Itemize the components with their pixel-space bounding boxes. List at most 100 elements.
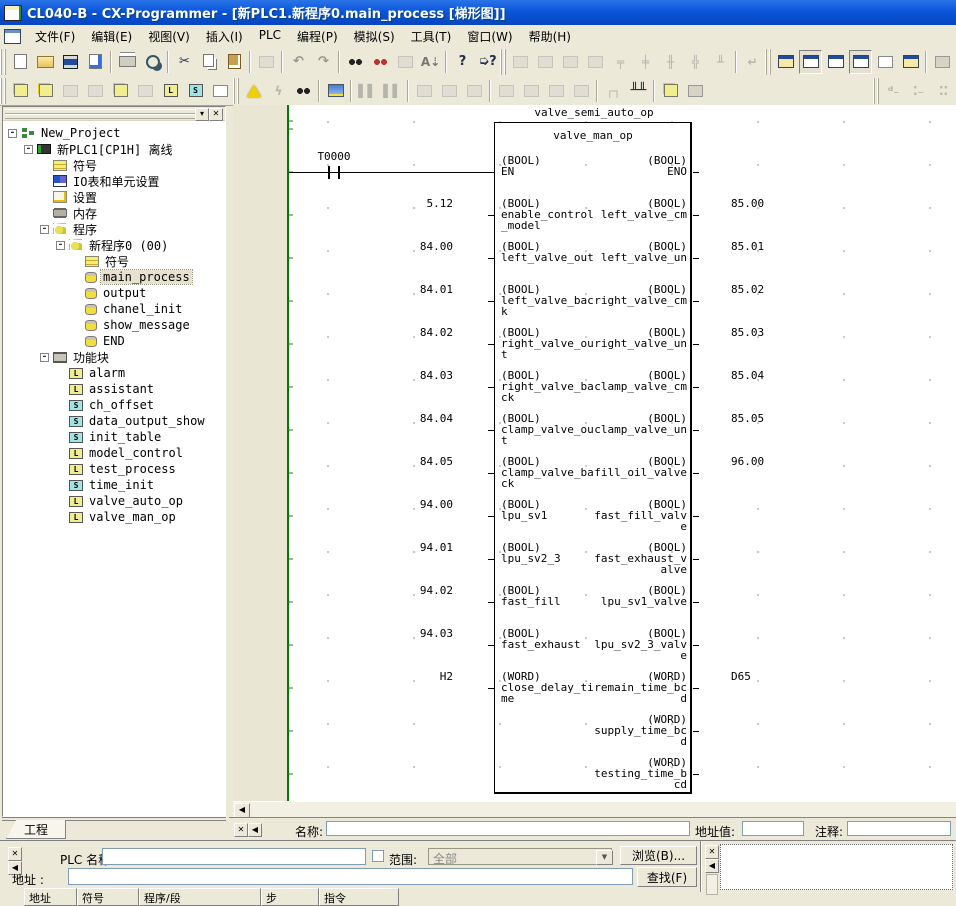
time-chart-button[interactable]: ⁚⁚ [932, 79, 955, 103]
tree-item[interactable]: L alarm [3, 365, 225, 381]
tree-expand-toggle[interactable]: - [40, 225, 49, 234]
new-plc-button[interactable] [34, 79, 57, 103]
copy-button[interactable] [198, 50, 221, 74]
transfer-to-plc-button[interactable] [413, 79, 436, 103]
find-button[interactable] [344, 50, 367, 74]
fb-parameter-row[interactable]: (WORD)testing_time_b cd [233, 757, 956, 800]
input-operand-address[interactable]: H2 [353, 671, 453, 682]
tree-item[interactable]: L model_control [3, 445, 225, 461]
output-operand-address[interactable]: 96.00 [731, 456, 811, 467]
transfer-from-plc-button[interactable] [438, 79, 461, 103]
tree-item[interactable]: - 功能块 [3, 349, 225, 365]
tree-expand-toggle[interactable]: - [8, 129, 17, 138]
tree-item[interactable]: END [3, 333, 225, 349]
menu-item[interactable]: 文件(F) [27, 25, 83, 48]
fb-parameter-row[interactable]: (BOOL)EN (BOOL)ENO [233, 155, 956, 198]
tree-expand-toggle[interactable] [56, 401, 65, 410]
ladder-symbol-contact2-button[interactable]: ╪ [634, 50, 657, 74]
tree-item[interactable]: S ch_offset [3, 397, 225, 413]
save-button[interactable] [59, 50, 82, 74]
output-operand-address[interactable]: 85.00 [731, 198, 811, 209]
ladder-symbol-coil2-button[interactable]: ╬ [684, 50, 707, 74]
fb-parameter-row[interactable]: 84.01 (BOOL)left_valve_bac k (BOOL)right… [233, 284, 956, 327]
monitor-view-1-button[interactable] [495, 79, 518, 103]
comment-field[interactable] [847, 821, 951, 836]
help-button[interactable]: ? [451, 50, 474, 74]
output-operand-address[interactable]: 85.04 [731, 370, 811, 381]
menu-item[interactable]: 编辑(E) [83, 25, 140, 48]
dock-close-button[interactable]: ✕ [209, 108, 223, 121]
scope-checkbox[interactable] [372, 850, 384, 862]
plc-name-field[interactable] [102, 848, 366, 865]
tree-expand-toggle[interactable]: - [24, 145, 33, 154]
new-memory-view-button[interactable] [59, 79, 82, 103]
tree-item[interactable]: main_process [3, 269, 225, 285]
tree-item[interactable]: chanel_init [3, 301, 225, 317]
tree-expand-toggle[interactable] [56, 385, 65, 394]
fb-parameter-row[interactable]: H2 (WORD)close_delay_ti me (WORD)remain_… [233, 671, 956, 714]
output-window-toggle-button[interactable] [799, 50, 822, 74]
result-column-header[interactable]: 地址 [24, 888, 77, 906]
input-operand-address[interactable]: 94.02 [353, 585, 453, 596]
fb-parameter-row[interactable]: 5.12 (BOOL)enable_control _model (BOOL)l… [233, 198, 956, 241]
output-operand-address[interactable]: 85.05 [731, 413, 811, 424]
ladder-symbol-contact-button[interactable]: ╤ [609, 50, 632, 74]
tree-expand-toggle[interactable] [56, 513, 65, 522]
time-chart-monitor-button[interactable]: ╨╨ [627, 79, 650, 103]
output-operand-address[interactable]: D65 [731, 671, 811, 682]
input-operand-address[interactable]: 5.12 [353, 198, 453, 209]
set-password-button[interactable] [659, 79, 682, 103]
fb-definition-button[interactable] [931, 50, 954, 74]
tree-item[interactable]: - 新程序0 (00) [3, 237, 225, 253]
result-column-header[interactable]: 符号 [77, 888, 139, 906]
title-bar[interactable]: CL040-B - CX-Programmer - [新PLC1.新程序0.ma… [0, 0, 956, 25]
paste-button[interactable] [223, 50, 246, 74]
monitor-view-2-button[interactable] [520, 79, 543, 103]
tree-item[interactable]: 符号 [3, 157, 225, 173]
tree-item[interactable]: - 程序 [3, 221, 225, 237]
compile-program-button[interactable] [242, 79, 265, 103]
fb-parameter-row[interactable]: 94.02 (BOOL)fast_fill (BOOL)lpu_sv1_valv… [233, 585, 956, 628]
new-fb-st-button[interactable]: S [184, 79, 207, 103]
online-edit-button[interactable]: ϟ [267, 79, 290, 103]
menu-item[interactable]: 窗口(W) [459, 25, 520, 48]
input-operand-address[interactable]: 94.03 [353, 628, 453, 639]
tree-expand-toggle[interactable] [40, 177, 49, 186]
fb-parameter-row[interactable]: 84.05 (BOOL)clamp_valve_ba ck (BOOL)fill… [233, 456, 956, 499]
ladder-symbol-instruction-button[interactable]: ╨ [709, 50, 732, 74]
print-button[interactable] [116, 50, 139, 74]
menu-item[interactable]: PLC [251, 25, 289, 48]
fb-instance-new-button[interactable] [209, 79, 232, 103]
new-section-button[interactable] [134, 79, 157, 103]
tree-item[interactable]: IO表和单元设置 [3, 173, 225, 189]
input-operand-address[interactable]: 84.05 [353, 456, 453, 467]
tree-expand-toggle[interactable] [56, 417, 65, 426]
print-preview-button[interactable] [141, 50, 164, 74]
ladder-editor[interactable]: valve_semi_auto_op valve_man_op T0000 (B… [233, 105, 956, 801]
cross-reference-toggle-button[interactable] [849, 50, 872, 74]
new-button[interactable] [9, 50, 32, 74]
watch-prev-button[interactable]: ◀ [705, 859, 719, 873]
name-field[interactable] [326, 821, 690, 836]
tree-expand-toggle[interactable] [56, 497, 65, 506]
compile-check-button[interactable] [292, 79, 315, 103]
address-value-field[interactable] [742, 821, 804, 836]
tree-expand-toggle[interactable]: - [56, 241, 65, 250]
watch-close-button[interactable]: ✕ [705, 845, 719, 859]
tree-expand-toggle[interactable] [40, 209, 49, 218]
strip-prev-button[interactable]: ◀ [248, 823, 262, 837]
tree-item[interactable]: show_message [3, 317, 225, 333]
tree-item[interactable]: 内存 [3, 205, 225, 221]
new-fb-ladder-button[interactable]: L [159, 79, 182, 103]
context-help-button[interactable]: ➭? [476, 50, 499, 74]
cut-button[interactable]: ✂ [173, 50, 196, 74]
tree-expand-toggle[interactable] [56, 449, 65, 458]
tree-expand-toggle[interactable]: - [40, 353, 49, 362]
output-operand-address[interactable]: 85.01 [731, 241, 811, 252]
new-io-table-button[interactable] [84, 79, 107, 103]
tree-expand-toggle[interactable] [72, 257, 81, 266]
rung-comment-view-button[interactable] [559, 50, 582, 74]
tree-item[interactable]: L valve_man_op [3, 509, 225, 525]
fb-parameter-row[interactable]: 94.00 (BOOL)lpu_sv1 (BOOL)fast_fill_valv… [233, 499, 956, 542]
result-column-header[interactable]: 程序/段 [139, 888, 261, 906]
